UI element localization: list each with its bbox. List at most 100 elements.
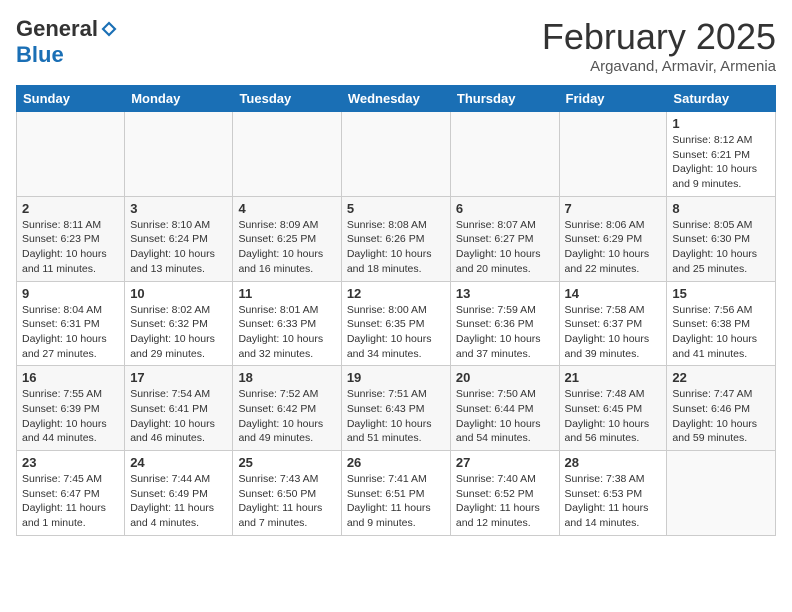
day-info: Sunrise: 8:01 AM Sunset: 6:33 PM Dayligh… — [238, 303, 335, 362]
day-number: 5 — [347, 201, 445, 216]
day-number: 18 — [238, 370, 335, 385]
day-number: 21 — [565, 370, 662, 385]
day-info: Sunrise: 7:44 AM Sunset: 6:49 PM Dayligh… — [130, 472, 227, 531]
day-info: Sunrise: 8:02 AM Sunset: 6:32 PM Dayligh… — [130, 303, 227, 362]
calendar-cell: 16 Sunrise: 7:55 AM Sunset: 6:39 PM Dayli… — [17, 366, 125, 451]
day-number: 15 — [672, 286, 770, 301]
day-number: 27 — [456, 455, 554, 470]
day-info: Sunrise: 8:08 AM Sunset: 6:26 PM Dayligh… — [347, 218, 445, 277]
calendar-cell: 21 Sunrise: 7:48 AM Sunset: 6:45 PM Dayli… — [559, 366, 667, 451]
calendar-cell: 12 Sunrise: 8:00 AM Sunset: 6:35 PM Dayli… — [341, 281, 450, 366]
calendar-cell — [17, 112, 125, 197]
day-header-friday: Friday — [559, 86, 667, 112]
day-number: 25 — [238, 455, 335, 470]
calendar-cell: 13 Sunrise: 7:59 AM Sunset: 6:36 PM Dayli… — [450, 281, 559, 366]
day-number: 9 — [22, 286, 119, 301]
day-number: 16 — [22, 370, 119, 385]
calendar-week-1: 1 Sunrise: 8:12 AM Sunset: 6:21 PM Daylig… — [17, 112, 776, 197]
calendar-cell — [450, 112, 559, 197]
calendar-cell: 8Sunrise: 8:05 AM Sunset: 6:30 PM Daylig… — [667, 196, 776, 281]
day-number: 4 — [238, 201, 335, 216]
page-header: General Blue February 2025 Argavand, Arm… — [16, 16, 776, 75]
day-header-thursday: Thursday — [450, 86, 559, 112]
calendar-cell: 26Sunrise: 7:41 AM Sunset: 6:51 PM Dayli… — [341, 451, 450, 536]
title-block: February 2025 Argavand, Armavir, Armenia — [542, 16, 776, 75]
day-info: Sunrise: 7:40 AM Sunset: 6:52 PM Dayligh… — [456, 472, 554, 531]
calendar-header-row: SundayMondayTuesdayWednesdayThursdayFrid… — [17, 86, 776, 112]
calendar-cell: 19Sunrise: 7:51 AM Sunset: 6:43 PM Dayli… — [341, 366, 450, 451]
calendar-cell — [125, 112, 233, 197]
day-info: Sunrise: 8:05 AM Sunset: 6:30 PM Dayligh… — [672, 218, 770, 277]
calendar-cell: 10 Sunrise: 8:02 AM Sunset: 6:32 PM Dayli… — [125, 281, 233, 366]
day-info: Sunrise: 7:47 AM Sunset: 6:46 PM Dayligh… — [672, 387, 770, 446]
day-info: Sunrise: 7:59 AM Sunset: 6:36 PM Dayligh… — [456, 303, 554, 362]
calendar-cell: 5 Sunrise: 8:08 AM Sunset: 6:26 PM Daylig… — [341, 196, 450, 281]
day-number: 26 — [347, 455, 445, 470]
day-number: 24 — [130, 455, 227, 470]
day-number: 2 — [22, 201, 119, 216]
logo-icon — [100, 20, 118, 38]
calendar-cell: 14Sunrise: 7:58 AM Sunset: 6:37 PM Dayli… — [559, 281, 667, 366]
logo-blue-text: Blue — [16, 42, 64, 68]
calendar-cell: 9 Sunrise: 8:04 AM Sunset: 6:31 PM Daylig… — [17, 281, 125, 366]
location-subtitle: Argavand, Armavir, Armenia — [542, 58, 776, 75]
day-info: Sunrise: 8:00 AM Sunset: 6:35 PM Dayligh… — [347, 303, 445, 362]
day-info: Sunrise: 8:04 AM Sunset: 6:31 PM Dayligh… — [22, 303, 119, 362]
day-header-monday: Monday — [125, 86, 233, 112]
day-number: 11 — [238, 286, 335, 301]
day-number: 20 — [456, 370, 554, 385]
day-number: 6 — [456, 201, 554, 216]
calendar-cell: 25 Sunrise: 7:43 AM Sunset: 6:50 PM Dayli… — [233, 451, 341, 536]
day-number: 23 — [22, 455, 119, 470]
calendar-cell: 22 Sunrise: 7:47 AM Sunset: 6:46 PM Dayli… — [667, 366, 776, 451]
day-header-sunday: Sunday — [17, 86, 125, 112]
calendar-cell: 20 Sunrise: 7:50 AM Sunset: 6:44 PM Dayli… — [450, 366, 559, 451]
calendar-cell: 17 Sunrise: 7:54 AM Sunset: 6:41 PM Dayli… — [125, 366, 233, 451]
day-number: 13 — [456, 286, 554, 301]
calendar-cell — [559, 112, 667, 197]
calendar-table: SundayMondayTuesdayWednesdayThursdayFrid… — [16, 85, 776, 536]
day-info: Sunrise: 8:11 AM Sunset: 6:23 PM Dayligh… — [22, 218, 119, 277]
day-info: Sunrise: 8:07 AM Sunset: 6:27 PM Dayligh… — [456, 218, 554, 277]
day-info: Sunrise: 8:12 AM Sunset: 6:21 PM Dayligh… — [672, 133, 770, 192]
calendar-week-3: 9 Sunrise: 8:04 AM Sunset: 6:31 PM Daylig… — [17, 281, 776, 366]
day-info: Sunrise: 7:55 AM Sunset: 6:39 PM Dayligh… — [22, 387, 119, 446]
calendar-cell: 28Sunrise: 7:38 AM Sunset: 6:53 PM Dayli… — [559, 451, 667, 536]
day-info: Sunrise: 7:56 AM Sunset: 6:38 PM Dayligh… — [672, 303, 770, 362]
calendar-week-2: 2 Sunrise: 8:11 AM Sunset: 6:23 PM Daylig… — [17, 196, 776, 281]
day-info: Sunrise: 7:52 AM Sunset: 6:42 PM Dayligh… — [238, 387, 335, 446]
day-number: 22 — [672, 370, 770, 385]
calendar-cell: 15 Sunrise: 7:56 AM Sunset: 6:38 PM Dayli… — [667, 281, 776, 366]
day-number: 10 — [130, 286, 227, 301]
logo: General Blue — [16, 16, 118, 68]
calendar-cell: 3 Sunrise: 8:10 AM Sunset: 6:24 PM Daylig… — [125, 196, 233, 281]
month-title: February 2025 — [542, 16, 776, 58]
day-info: Sunrise: 8:06 AM Sunset: 6:29 PM Dayligh… — [565, 218, 662, 277]
calendar-cell — [667, 451, 776, 536]
calendar-week-5: 23Sunrise: 7:45 AM Sunset: 6:47 PM Dayli… — [17, 451, 776, 536]
calendar-cell: 11 Sunrise: 8:01 AM Sunset: 6:33 PM Dayli… — [233, 281, 341, 366]
day-info: Sunrise: 7:58 AM Sunset: 6:37 PM Dayligh… — [565, 303, 662, 362]
day-info: Sunrise: 7:54 AM Sunset: 6:41 PM Dayligh… — [130, 387, 227, 446]
day-number: 3 — [130, 201, 227, 216]
calendar-cell — [233, 112, 341, 197]
calendar-cell — [341, 112, 450, 197]
calendar-cell: 1 Sunrise: 8:12 AM Sunset: 6:21 PM Daylig… — [667, 112, 776, 197]
calendar-cell: 23Sunrise: 7:45 AM Sunset: 6:47 PM Dayli… — [17, 451, 125, 536]
calendar-week-4: 16 Sunrise: 7:55 AM Sunset: 6:39 PM Dayli… — [17, 366, 776, 451]
day-header-tuesday: Tuesday — [233, 86, 341, 112]
day-header-saturday: Saturday — [667, 86, 776, 112]
day-info: Sunrise: 7:48 AM Sunset: 6:45 PM Dayligh… — [565, 387, 662, 446]
day-number: 19 — [347, 370, 445, 385]
day-number: 12 — [347, 286, 445, 301]
calendar-cell: 4 Sunrise: 8:09 AM Sunset: 6:25 PM Daylig… — [233, 196, 341, 281]
day-info: Sunrise: 8:09 AM Sunset: 6:25 PM Dayligh… — [238, 218, 335, 277]
day-number: 17 — [130, 370, 227, 385]
day-info: Sunrise: 7:43 AM Sunset: 6:50 PM Dayligh… — [238, 472, 335, 531]
calendar-cell: 2 Sunrise: 8:11 AM Sunset: 6:23 PM Daylig… — [17, 196, 125, 281]
day-info: Sunrise: 8:10 AM Sunset: 6:24 PM Dayligh… — [130, 218, 227, 277]
logo-general-text: General — [16, 16, 98, 42]
day-number: 1 — [672, 116, 770, 131]
day-info: Sunrise: 7:50 AM Sunset: 6:44 PM Dayligh… — [456, 387, 554, 446]
calendar-cell: 7Sunrise: 8:06 AM Sunset: 6:29 PM Daylig… — [559, 196, 667, 281]
